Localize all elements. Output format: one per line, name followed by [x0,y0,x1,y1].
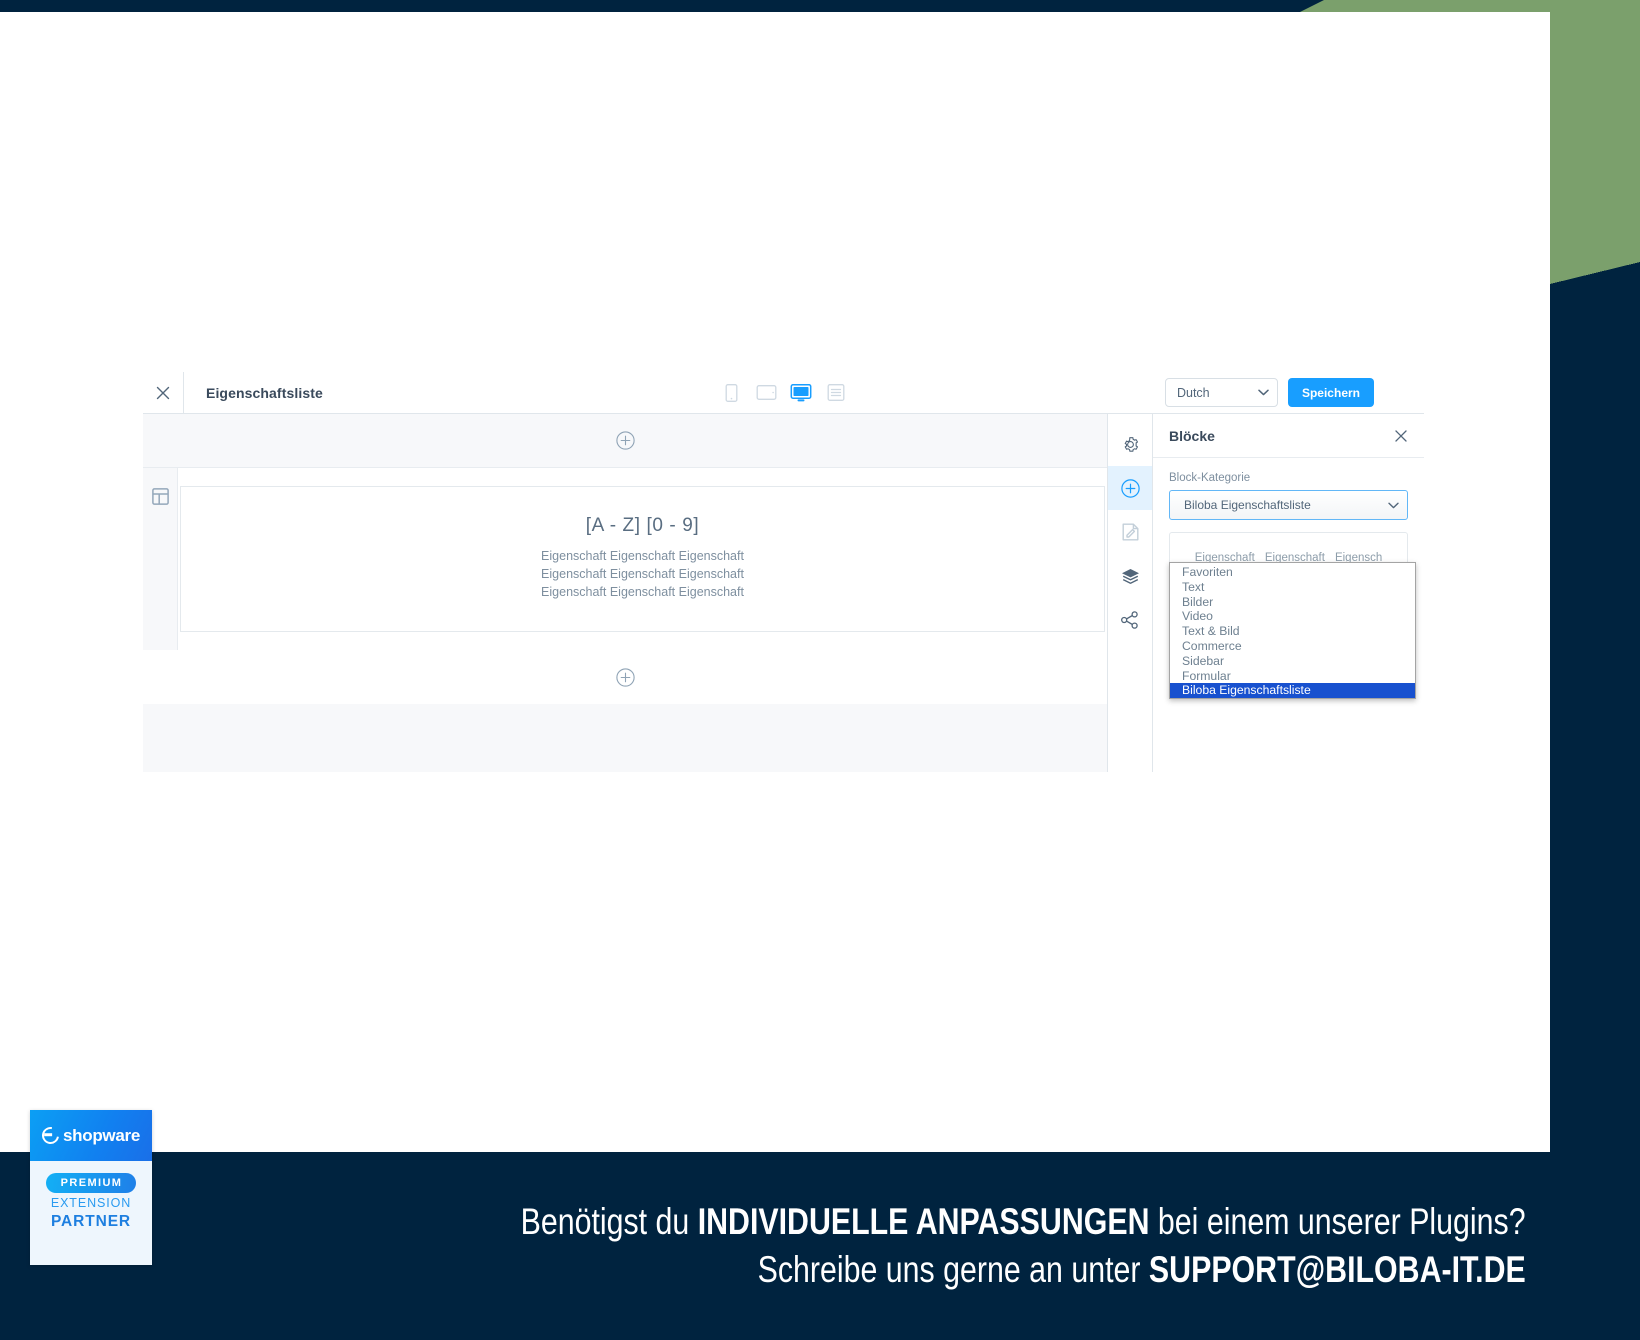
chevron-down-icon [1258,389,1269,396]
section-gutter [143,468,178,651]
property-list-block[interactable]: [A - Z] [0 - 9] Eigenschaft Eigenschaft … [180,486,1105,633]
close-editor-button[interactable] [143,372,183,414]
blocks-panel-header: Blöcke [1153,414,1424,458]
shopware-logo-bar: shopware [30,1110,152,1161]
banner-line2-strong: SUPPORT@BILOBA-IT.DE [1149,1249,1526,1290]
property-row: Eigenschaft Eigenschaft Eigenschaft [541,585,744,600]
layout-section-icon [151,488,169,505]
editor-header: Eigenschaftsliste Dutch Speichern [143,371,1424,414]
page-title: Eigenschaftsliste [206,384,323,401]
blocks-panel: Blöcke Block-Kategorie Biloba Eigenschaf… [1153,414,1424,772]
plus-circle-icon [1120,478,1140,498]
rail-item-blocks[interactable] [1108,466,1152,510]
device-toggle-tablet[interactable] [753,381,779,405]
marketing-banner: Benötigst du INDIVIDUELLE ANPASSUNGEN be… [0,1152,1640,1340]
tablet-icon [756,385,776,400]
shopware-logo-icon [38,1123,63,1148]
device-toggle-form[interactable] [823,381,849,405]
device-view-toggles [718,381,849,405]
badge-premium-pill: PREMIUM [45,1173,137,1193]
dropdown-option-bilder[interactable]: Bilder [1170,595,1415,610]
shopware-partner-badge: shopware PREMIUM EXTENSION PARTNER [30,1110,152,1265]
device-toggle-desktop[interactable] [788,381,814,405]
edit-document-icon [1122,523,1138,541]
shopware-badge-body: PREMIUM EXTENSION PARTNER [30,1161,152,1265]
decorative-green-band [1550,0,1640,272]
chevron-down-icon [1388,502,1399,508]
device-toggle-mobile[interactable] [718,381,744,405]
banner-line1-strong: INDIVIDUELLE ANPASSUNGEN [698,1201,1150,1242]
close-icon [156,386,170,399]
banner-line1-suffix: bei einem unserer Plugins? [1149,1201,1526,1242]
share-nodes-icon [1121,611,1138,629]
language-select-value: Dutch [1176,385,1210,400]
decorative-green-diagonal-bottom [1550,262,1640,284]
banner-line1-prefix: Benötigst du [521,1201,699,1242]
block-category-label: Block-Kategorie [1169,472,1251,484]
section-settings-button[interactable] [151,488,169,650]
dropdown-option-commerce[interactable]: Commerce [1170,639,1415,654]
cms-layout-editor: Eigenschaftsliste Dutch Speichern [A - Z… [143,371,1424,772]
decorative-green-top-strip [1308,0,1550,12]
banner-line-2: Schreibe uns gerne an unter SUPPORT@BILO… [758,1249,1526,1291]
save-button[interactable]: Speichern [1287,378,1374,407]
desktop-icon [790,383,812,401]
plus-circle-icon [615,668,635,687]
shopware-logo-text: shopware [63,1125,140,1145]
dropdown-option-biloba-eigenschaftsliste[interactable]: Biloba Eigenschaftsliste [1170,683,1415,699]
gear-icon [1124,436,1138,452]
rail-item-layers[interactable] [1108,554,1152,598]
block-category-dropdown[interactable]: Favoriten Text Bilder Video Text & Bild … [1169,562,1416,700]
list-form-icon [827,384,845,401]
language-select[interactable]: Dutch [1164,378,1278,407]
badge-partner-label: PARTNER [50,1213,132,1230]
editor-sidebar-rail [1108,414,1153,772]
banner-line2-prefix: Schreibe uns gerne an unter [757,1249,1150,1290]
blocks-panel-content: Block-Kategorie Biloba Eigenschaftsliste… [1153,458,1424,700]
cms-section: [A - Z] [0 - 9] Eigenschaft Eigenschaft … [178,468,1107,650]
badge-extension-label: EXTENSION [50,1196,132,1210]
dropdown-option-favoriten[interactable]: Favoriten [1170,565,1415,580]
decorative-green-diagonal-top [1300,0,1324,12]
dropdown-option-formular[interactable]: Formular [1170,669,1415,684]
add-section-bottom-button[interactable] [143,650,1107,704]
dropdown-option-video[interactable]: Video [1170,609,1415,624]
canvas-empty-area [143,704,1107,772]
dropdown-option-sidebar[interactable]: Sidebar [1170,654,1415,669]
add-section-top-button[interactable] [143,414,1107,468]
close-icon [1395,429,1407,442]
rail-item-settings[interactable] [1108,422,1152,466]
block-category-value: Biloba Eigenschaftsliste [1184,498,1311,512]
rail-item-layout[interactable] [1108,510,1152,554]
block-category-select[interactable]: Biloba Eigenschaftsliste [1169,490,1408,520]
canvas-middle: [A - Z] [0 - 9] Eigenschaft Eigenschaft … [143,468,1107,651]
header-actions: Dutch Speichern [1164,378,1374,407]
layers-icon [1121,568,1139,584]
property-block-heading: [A - Z] [0 - 9] [585,515,700,536]
dropdown-option-text[interactable]: Text [1170,580,1415,595]
cms-canvas: [A - Z] [0 - 9] Eigenschaft Eigenschaft … [143,414,1108,772]
property-row: Eigenschaft Eigenschaft Eigenschaft [541,549,744,563]
blocks-panel-close-button[interactable] [1394,429,1408,443]
editor-body: [A - Z] [0 - 9] Eigenschaft Eigenschaft … [143,414,1424,772]
blocks-panel-title: Blöcke [1169,427,1215,444]
mobile-icon [725,383,737,402]
dropdown-option-text-bild[interactable]: Text & Bild [1170,624,1415,639]
property-row: Eigenschaft Eigenschaft Eigenschaft [541,567,744,582]
plus-circle-icon [615,431,635,450]
banner-line-1: Benötigst du INDIVIDUELLE ANPASSUNGEN be… [521,1201,1526,1243]
rail-item-navigation[interactable] [1108,598,1152,642]
